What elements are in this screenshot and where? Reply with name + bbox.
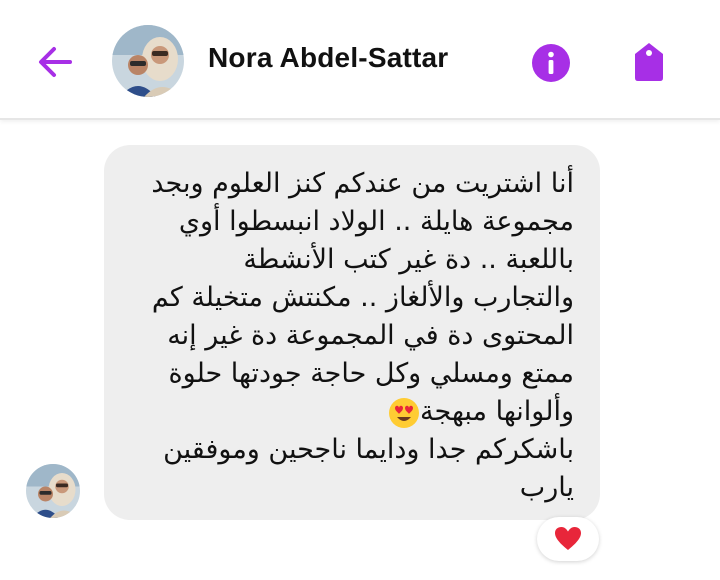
message-line-with-emoji: وألوانها مبهجة — [128, 393, 574, 431]
sender-avatar[interactable] — [26, 464, 80, 518]
message-bubble[interactable]: أنا اشتريت من عندكم كنز العلوم وبجد مجمو… — [104, 145, 600, 520]
message-line: باللعبة .. دة غير كتب الأنشطة — [243, 244, 574, 275]
tag-icon[interactable] — [630, 40, 668, 84]
message-line: مجموعة هايلة .. الولاد انبسطوا أوي — [178, 206, 574, 237]
heart-eyes-emoji — [389, 397, 420, 428]
contact-name: Nora Abdel-Sattar — [208, 42, 449, 73]
message-line: ممتع ومسلي وكل حاجة جودتها حلوة — [168, 358, 574, 389]
arrow-left-icon[interactable] — [34, 40, 78, 84]
message-line: يارب — [519, 472, 574, 503]
message-line: وألوانها مبهجة — [420, 396, 574, 427]
red-heart-emoji — [555, 527, 581, 550]
info-icon[interactable] — [530, 42, 572, 84]
avatar[interactable] — [112, 25, 184, 97]
chat-header: Nora Abdel-Sattar — [0, 0, 720, 120]
reaction-badge[interactable] — [537, 517, 599, 561]
message-line: باشكركم جدا ودايما ناجحين وموفقين — [163, 434, 574, 465]
message-line: المحتوى دة في المجموعة دة غير إنه — [167, 320, 574, 351]
message-line: والتجارب والألغاز .. مكنتش متخيلة كم — [151, 282, 574, 313]
message-line: أنا اشتريت من عندكم كنز العلوم وبجد — [151, 168, 574, 199]
